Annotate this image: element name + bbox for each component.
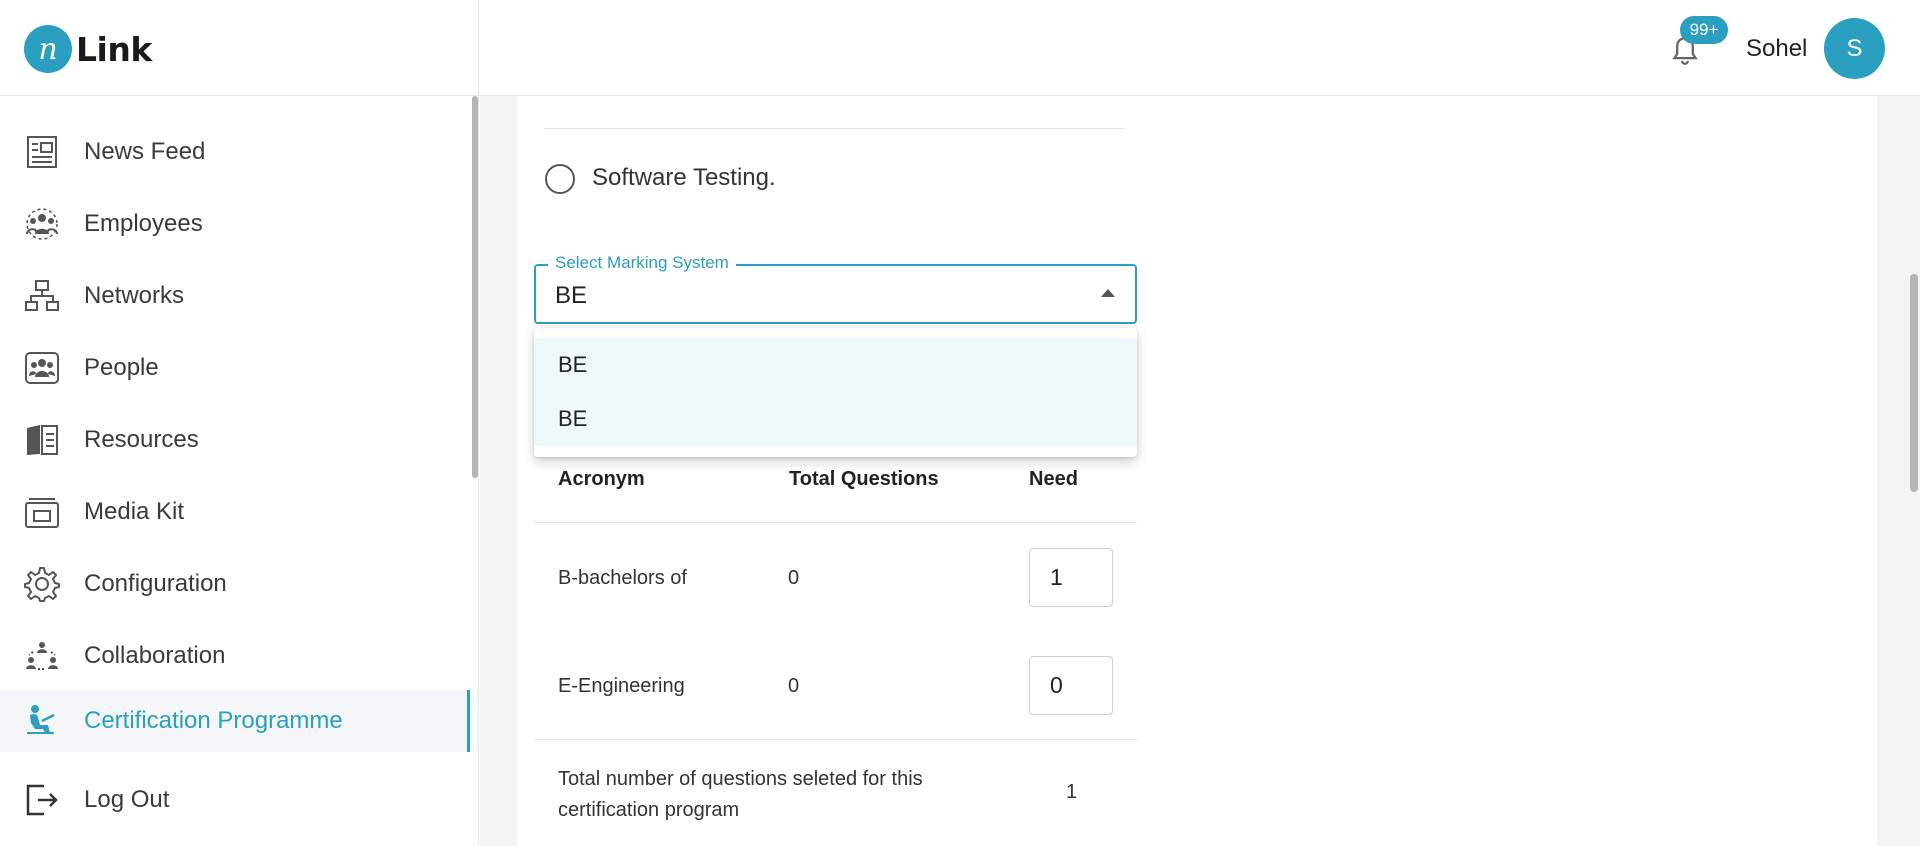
sidebar-item-certification-programme[interactable]: Certification Programme	[0, 690, 470, 752]
cell-total: 0	[788, 567, 800, 589]
certification-icon	[22, 701, 62, 741]
radio-label[interactable]: Software Testing.	[592, 164, 776, 192]
sidebar-scrollbar[interactable]	[472, 96, 478, 478]
sidebar-item-people[interactable]: People	[0, 338, 470, 398]
sidebar-item-media-kit[interactable]: Media Kit	[0, 482, 470, 542]
sidebar-item-networks[interactable]: Networks	[0, 266, 470, 326]
need-input[interactable]: 0	[1029, 656, 1113, 715]
sidebar-item-label: Collaboration	[84, 642, 226, 669]
sidebar-item-employees[interactable]: Employees	[0, 194, 470, 254]
column-header-total-questions: Total Questions	[789, 468, 939, 490]
dropdown-option[interactable]: BE	[534, 392, 1137, 446]
total-questions-value: 1	[1066, 781, 1078, 803]
people-icon	[22, 348, 62, 388]
cell-acronym: B-bachelors of	[558, 567, 687, 589]
collaboration-icon	[22, 636, 62, 676]
sidebar-item-label: Certification Programme	[84, 707, 343, 734]
select-value: BE	[555, 282, 588, 309]
sidebar-item-label: Log Out	[84, 786, 170, 813]
sidebar-item-label: News Feed	[84, 138, 206, 165]
media-kit-icon	[22, 492, 62, 532]
logout-icon	[22, 780, 62, 820]
app-logo[interactable]: n Link	[24, 25, 152, 73]
newspaper-icon	[22, 132, 62, 172]
sidebar-item-label: Resources	[84, 426, 199, 453]
notification-badge[interactable]: 99+	[1680, 16, 1728, 44]
need-input[interactable]: 1	[1029, 548, 1113, 607]
caret-up-icon[interactable]	[1101, 289, 1115, 297]
column-header-need: Need	[1029, 468, 1078, 490]
gear-icon	[22, 564, 62, 604]
select-label: Select Marking System	[548, 253, 736, 273]
column-header-acronym: Acronym	[558, 468, 645, 490]
sidebar-item-log-out[interactable]: Log Out	[0, 770, 470, 830]
total-questions-label: Total number of questions seleted for th…	[558, 768, 923, 821]
divider	[534, 522, 1137, 523]
cell-total: 0	[788, 675, 800, 697]
dropdown-menu: BE BE	[534, 328, 1137, 457]
sidebar-item-label: Networks	[84, 282, 185, 309]
logo-text: Link	[76, 29, 152, 69]
divider	[544, 128, 1125, 129]
sidebar-item-label: Media Kit	[84, 498, 185, 525]
brand-area: n Link	[0, 0, 479, 96]
sidebar-item-label: Employees	[84, 210, 203, 237]
divider	[534, 739, 1137, 740]
sidebar-item-resources[interactable]: Resources	[0, 410, 470, 470]
sidebar-item-news-feed[interactable]: News Feed	[0, 122, 470, 182]
employees-icon	[22, 204, 62, 244]
radio-software-testing[interactable]	[545, 164, 575, 194]
main-scrollbar[interactable]	[1910, 274, 1918, 492]
content-panel	[517, 96, 1877, 846]
book-icon	[22, 420, 62, 460]
top-header: n Link 99+ Sohel S	[0, 0, 1920, 96]
sidebar: News Feed Employees Networks People Reso…	[0, 96, 479, 846]
avatar[interactable]: S	[1824, 18, 1885, 79]
sidebar-item-collaboration[interactable]: Collaboration	[0, 626, 470, 686]
marking-system-select[interactable]	[534, 264, 1137, 324]
network-icon	[22, 276, 62, 316]
cell-acronym: E-Engineering	[558, 675, 685, 697]
sidebar-item-configuration[interactable]: Configuration	[0, 554, 470, 614]
user-name[interactable]: Sohel	[1746, 35, 1807, 63]
sidebar-item-label: People	[84, 354, 159, 381]
sidebar-item-label: Configuration	[84, 570, 227, 597]
dropdown-option[interactable]: BE	[534, 338, 1137, 392]
logo-mark: n	[24, 25, 72, 73]
